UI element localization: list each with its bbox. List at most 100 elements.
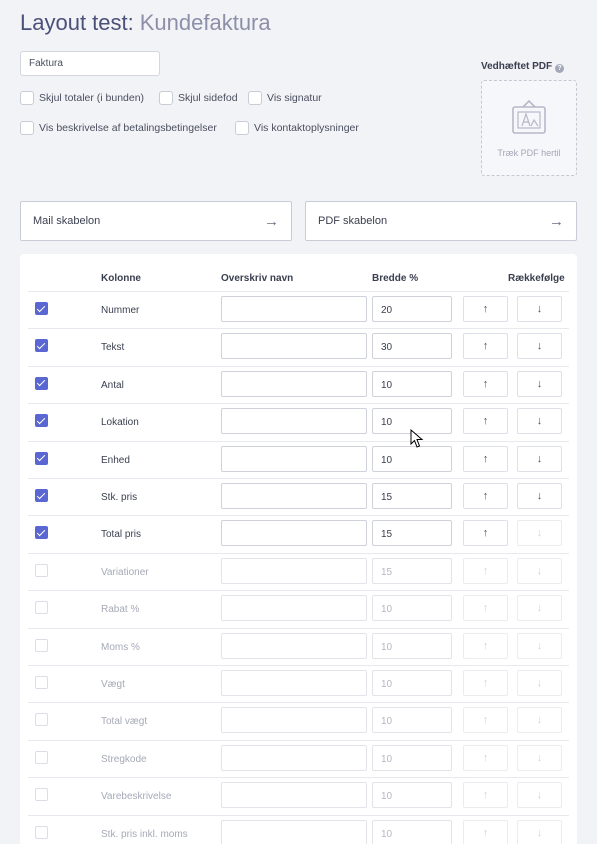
move-up-button[interactable]: ↑	[463, 408, 508, 435]
move-up-button[interactable]: ↑	[463, 445, 508, 472]
table-row: Nummer 20 ↑ ↓	[28, 291, 569, 328]
width-percent-input[interactable]: 10	[372, 670, 452, 696]
move-up-button[interactable]: ↑	[463, 707, 508, 734]
column-enabled-checkbox[interactable]	[35, 414, 48, 428]
column-enabled-checkbox[interactable]	[35, 376, 48, 390]
column-name: Stregkode	[101, 753, 147, 765]
table-row: Enhed 10 ↑ ↓	[28, 440, 569, 478]
column-header-width: Bredde %	[372, 273, 419, 284]
move-down-button[interactable]: ↓	[517, 670, 562, 696]
override-name-input[interactable]	[221, 670, 367, 696]
pdf-template-label: PDF skabelon	[318, 215, 388, 227]
override-name-input[interactable]	[221, 744, 367, 771]
move-down-button[interactable]: ↓	[517, 333, 562, 360]
table-row: Stk. pris 15 ↑ ↓	[28, 478, 569, 515]
option-show-contact-info[interactable]: Vis kontaktoplysninger	[235, 121, 359, 135]
option-show-payment-terms[interactable]: Vis beskrivelse af betalingsbetingelser	[20, 121, 217, 135]
move-down-button[interactable]: ↓	[517, 744, 562, 771]
hide-footer-checkbox[interactable]	[159, 91, 173, 105]
page-title-main: Layout test:	[20, 10, 134, 35]
column-enabled-checkbox[interactable]	[35, 451, 48, 465]
override-name-input[interactable]	[221, 370, 367, 397]
override-name-input[interactable]	[221, 296, 367, 322]
width-percent-input[interactable]: 30	[372, 333, 452, 360]
column-name: Total vægt	[101, 716, 148, 728]
move-down-button[interactable]: ↓	[517, 520, 562, 547]
mouse-cursor-icon	[410, 428, 424, 454]
move-up-button[interactable]: ↑	[463, 557, 508, 584]
layout-name-input[interactable]	[20, 51, 160, 76]
column-enabled-checkbox[interactable]	[35, 713, 48, 727]
column-enabled-checkbox[interactable]	[35, 638, 48, 652]
move-up-button[interactable]: ↑	[463, 782, 508, 809]
width-percent-input[interactable]: 10	[372, 782, 452, 809]
help-icon[interactable]: ?	[555, 64, 565, 73]
move-down-button[interactable]: ↓	[517, 782, 562, 809]
move-down-button[interactable]: ↓	[517, 445, 562, 472]
move-up-button[interactable]: ↑	[463, 333, 508, 360]
width-percent-input[interactable]: 15	[372, 557, 452, 584]
column-enabled-checkbox[interactable]	[35, 788, 48, 802]
column-enabled-checkbox[interactable]	[35, 526, 48, 540]
move-down-button[interactable]: ↓	[517, 296, 562, 322]
override-name-input[interactable]	[221, 408, 367, 435]
override-name-input[interactable]	[221, 782, 367, 809]
move-down-button[interactable]: ↓	[517, 557, 562, 584]
move-down-button[interactable]: ↓	[517, 370, 562, 397]
mail-template-button[interactable]: Mail skabelon →	[20, 201, 292, 241]
move-up-button[interactable]: ↑	[463, 819, 508, 844]
override-name-input[interactable]	[221, 483, 367, 509]
width-percent-input[interactable]: 20	[372, 296, 452, 322]
column-enabled-checkbox[interactable]	[35, 489, 48, 502]
width-percent-input[interactable]: 10	[372, 632, 452, 659]
override-name-input[interactable]	[221, 632, 367, 659]
override-name-input[interactable]	[221, 520, 367, 547]
column-name: Antal	[101, 379, 124, 391]
move-down-button[interactable]: ↓	[517, 707, 562, 734]
option-hide-totals[interactable]: Skjul totaler (i bunden)	[20, 91, 144, 105]
hide-totals-checkbox[interactable]	[20, 91, 34, 105]
column-enabled-checkbox[interactable]	[35, 302, 48, 315]
column-enabled-checkbox[interactable]	[35, 825, 48, 839]
move-down-button[interactable]: ↓	[517, 408, 562, 435]
move-up-button[interactable]: ↑	[463, 670, 508, 696]
pdf-dropzone[interactable]: Træk PDF hertil	[481, 80, 577, 176]
pdf-template-button[interactable]: PDF skabelon →	[305, 201, 577, 241]
move-up-button[interactable]: ↑	[463, 744, 508, 771]
override-name-input[interactable]	[221, 819, 367, 844]
move-down-button[interactable]: ↓	[517, 632, 562, 659]
override-name-input[interactable]	[221, 707, 367, 734]
show-contact-info-checkbox[interactable]	[235, 121, 249, 135]
move-up-button[interactable]: ↑	[463, 520, 508, 547]
column-enabled-checkbox[interactable]	[35, 601, 48, 615]
column-enabled-checkbox[interactable]	[35, 750, 48, 764]
width-percent-input[interactable]: 10	[372, 370, 452, 397]
column-enabled-checkbox[interactable]	[35, 676, 48, 689]
override-name-input[interactable]	[221, 333, 367, 360]
override-name-input[interactable]	[221, 557, 367, 584]
move-up-button[interactable]: ↑	[463, 483, 508, 509]
override-name-input[interactable]	[221, 445, 367, 472]
move-up-button[interactable]: ↑	[463, 595, 508, 622]
width-percent-input[interactable]: 10	[372, 819, 452, 844]
width-percent-input[interactable]: 15	[372, 520, 452, 547]
option-hide-footer[interactable]: Skjul sidefod	[159, 91, 238, 105]
show-signature-checkbox[interactable]	[248, 91, 262, 105]
column-enabled-checkbox[interactable]	[35, 563, 48, 577]
move-up-button[interactable]: ↑	[463, 296, 508, 322]
option-show-signature[interactable]: Vis signatur	[248, 91, 322, 105]
width-percent-input[interactable]: 10	[372, 707, 452, 734]
move-down-button[interactable]: ↓	[517, 483, 562, 509]
move-up-button[interactable]: ↑	[463, 370, 508, 397]
show-payment-terms-checkbox[interactable]	[20, 121, 34, 135]
move-up-button[interactable]: ↑	[463, 632, 508, 659]
table-row: Rabat % 10 ↑ ↓	[28, 590, 569, 627]
mail-template-label: Mail skabelon	[33, 215, 101, 227]
move-down-button[interactable]: ↓	[517, 595, 562, 622]
width-percent-input[interactable]: 15	[372, 483, 452, 509]
move-down-button[interactable]: ↓	[517, 819, 562, 844]
column-enabled-checkbox[interactable]	[35, 339, 48, 353]
width-percent-input[interactable]: 10	[372, 595, 452, 622]
override-name-input[interactable]	[221, 595, 367, 622]
width-percent-input[interactable]: 10	[372, 744, 452, 771]
